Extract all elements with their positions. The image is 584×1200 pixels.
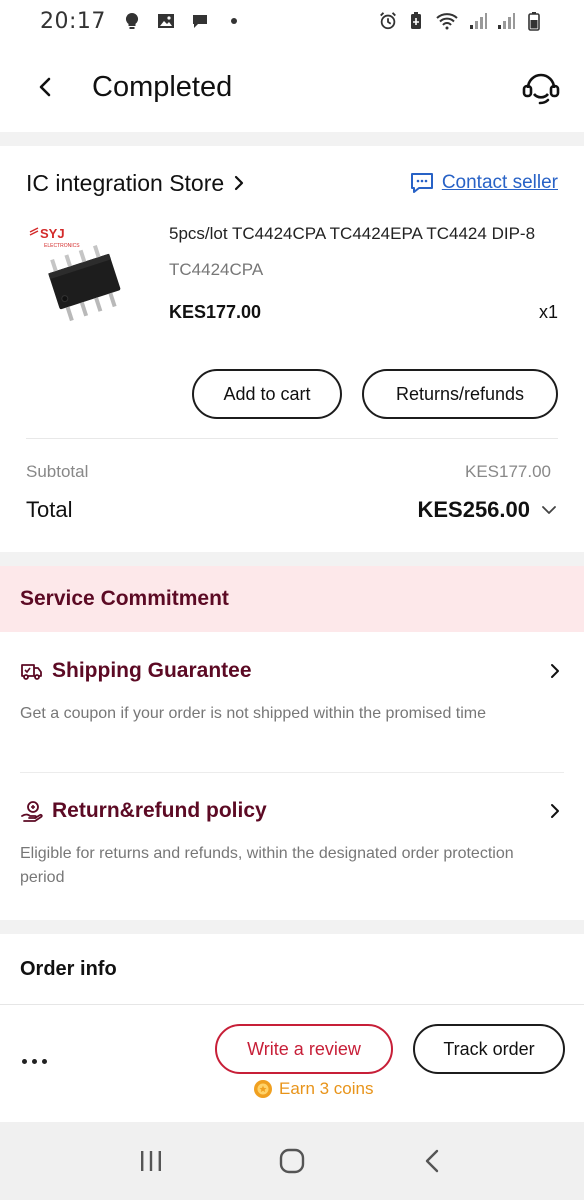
customer-support-button[interactable] (518, 64, 564, 110)
add-to-cart-button[interactable]: Add to cart (192, 369, 342, 419)
dot-icon (32, 1058, 37, 1064)
store-link[interactable]: IC integration Store (26, 170, 246, 197)
product-item[interactable]: SYJ ELECTRONICS 5pcs/lot TC4424CPA TC442… (26, 222, 558, 332)
chevron-left-icon (39, 77, 51, 97)
total-value: KES256.00 (417, 497, 530, 522)
service-commitment-header: Service Commitment (0, 566, 584, 632)
shipping-guarantee-title: Shipping Guarantee (52, 659, 252, 682)
return-refund-policy-title: Return&refund policy (52, 799, 267, 822)
app-header: Completed (0, 42, 584, 132)
recent-apps-icon (140, 1151, 161, 1171)
track-order-button[interactable]: Track order (413, 1024, 565, 1074)
chevron-right-icon (235, 175, 244, 191)
contact-seller-label: Contact seller (441, 172, 558, 193)
service-commitment-body: Shipping Guarantee Get a coupon if your … (0, 632, 584, 920)
total-row[interactable]: Total KES256.00 (26, 497, 558, 523)
home-icon (279, 1148, 305, 1174)
home-button[interactable] (267, 1136, 317, 1186)
ic-chip-image: SYJ ELECTRONICS (29, 226, 121, 322)
alarm-icon (380, 12, 396, 30)
image-icon (157, 14, 174, 28)
write-review-button[interactable]: Write a review (215, 1024, 393, 1074)
system-back-button[interactable] (408, 1136, 458, 1186)
chevron-right-icon (551, 664, 559, 678)
more-options-button[interactable] (22, 1049, 58, 1073)
returns-refunds-button[interactable]: Returns/refunds (362, 369, 558, 419)
back-button[interactable] (26, 67, 66, 107)
thumb-brand: SYJ (40, 226, 65, 241)
recent-apps-button[interactable] (126, 1136, 176, 1186)
chevron-down-icon[interactable] (540, 501, 558, 519)
signal-icon (498, 13, 515, 29)
store-name: IC integration Store (26, 169, 225, 196)
earn-coins-label: Earn 3 coins (279, 1079, 374, 1098)
shipping-guarantee-item[interactable]: Shipping Guarantee Get a coupon if your … (20, 656, 564, 726)
return-refund-policy-desc: Eligible for returns and refunds, within… (20, 845, 514, 886)
divider (26, 438, 558, 439)
headset-icon (522, 73, 560, 105)
service-commitment-title: Service Commitment (20, 587, 229, 610)
order-card: IC integration Store Contact seller SYJ … (0, 146, 584, 552)
order-info-section[interactable]: Order info (0, 934, 584, 1004)
coin-icon (254, 1080, 272, 1098)
dot-icon (22, 1058, 27, 1064)
battery-icon (528, 12, 540, 31)
chat-bubble-icon (192, 15, 207, 28)
chevron-right-icon (551, 804, 559, 818)
status-time: 20:17 (40, 8, 106, 34)
subtotal-label: Subtotal (26, 462, 89, 481)
system-nav-bar (0, 1122, 584, 1200)
status-bar: 20:17 (0, 0, 584, 42)
divider (20, 772, 564, 773)
shipping-guarantee-desc: Get a coupon if your order is not shippe… (20, 705, 487, 722)
dot-icon (230, 18, 237, 24)
bottom-action-bar: Write a review Track order Earn 3 coins (0, 1004, 584, 1122)
chevron-left-icon (426, 1149, 439, 1173)
thumb-brand-sub: ELECTRONICS (44, 243, 80, 249)
product-title: 5pcs/lot TC4424CPA TC4424EPA TC4424 DIP-… (169, 224, 536, 243)
dot-icon (42, 1058, 47, 1064)
product-thumbnail[interactable]: SYJ ELECTRONICS (26, 222, 150, 332)
refund-hand-icon (21, 801, 43, 822)
product-price: KES177.00 (169, 302, 262, 322)
total-label: Total (26, 497, 73, 522)
order-info-title: Order info (20, 957, 117, 980)
product-variant: TC4424CPA (169, 260, 264, 279)
product-quantity: x1 (538, 302, 558, 322)
battery-saver-icon (411, 12, 421, 29)
subtotal-row: Subtotal KES177.00 (26, 462, 551, 482)
subtotal-value: KES177.00 (464, 462, 551, 481)
contact-seller-link[interactable]: Contact seller (410, 172, 558, 194)
bulb-icon (125, 12, 138, 29)
return-refund-policy-item[interactable]: Return&refund policy Eligible for return… (20, 796, 564, 890)
page-title: Completed (92, 70, 233, 103)
delivery-truck-icon (21, 664, 42, 680)
wifi-icon (436, 13, 458, 30)
earn-coins-hint: Earn 3 coins (253, 1079, 374, 1099)
chat-icon (410, 173, 433, 193)
signal-icon (470, 13, 487, 29)
